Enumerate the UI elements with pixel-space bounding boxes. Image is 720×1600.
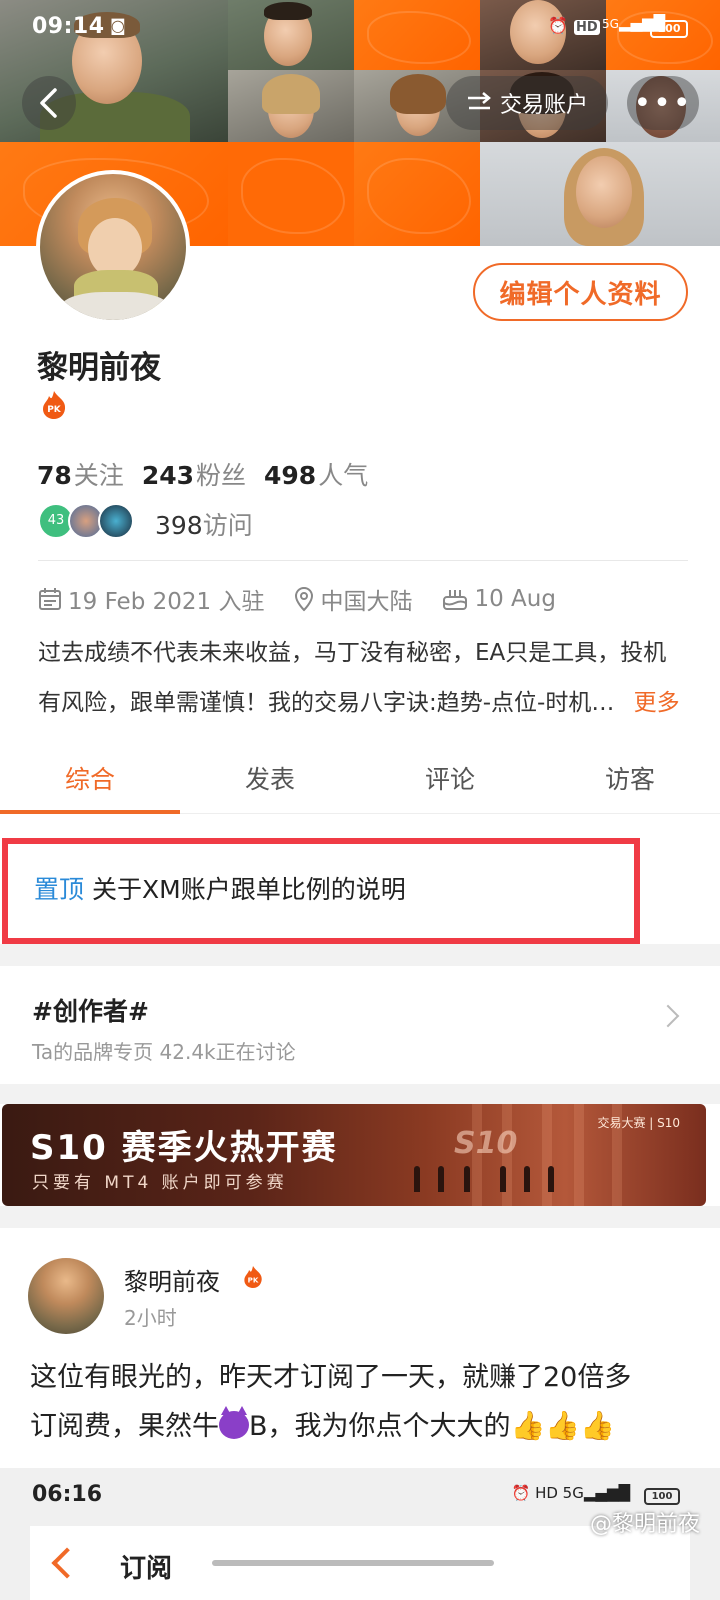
profile-bio: 过去成绩不代表未来收益，马丁没有秘密，EA只是工具，投机 有风险，跟单需谨慎！我… — [38, 628, 688, 728]
chevron-left-icon — [40, 88, 57, 118]
tab-comments[interactable]: 评论 — [360, 748, 540, 813]
bio-line-2: 有风险，跟单需谨慎！我的交易八字诀:趋势-点位-时机… 更多 — [38, 678, 688, 728]
cover-tile — [354, 0, 480, 70]
pk-badge-text: PK — [248, 1276, 259, 1285]
cover-photo — [228, 0, 354, 70]
network-type: 5G — [602, 17, 619, 31]
visitor-avatar — [98, 503, 134, 539]
visit-count[interactable]: 398访问 — [155, 506, 253, 542]
swap-arrows-icon — [467, 92, 491, 110]
thumbs-up-icon: 👍👍👍 — [510, 1409, 616, 1442]
section-separator — [0, 1084, 720, 1104]
bio-line: 有风险，跟单需谨慎！我的交易八字诀:趋势-点位-时机… — [38, 690, 615, 716]
calendar-icon — [39, 588, 61, 610]
banner-decoration — [500, 1166, 506, 1192]
popularity-stat[interactable]: 498人气 — [264, 456, 368, 492]
stat-label: 粉丝 — [196, 461, 247, 490]
tab-visitors[interactable]: 访客 — [540, 748, 720, 813]
divider — [38, 560, 688, 561]
creator-topic-subtitle: Ta的品牌专页 42.4k正在讨论 — [32, 1040, 296, 1064]
stat-number: 243 — [141, 461, 194, 490]
app-notification-icon: ◙ — [110, 16, 126, 35]
banner-title: S10 赛季火热开赛 — [30, 1128, 338, 1168]
embedded-status-icons: ⏰ HD 5G▂▄▆█ — [511, 1484, 630, 1502]
section-separator — [0, 1206, 720, 1228]
profile-username: 黎明前夜 — [37, 350, 161, 386]
switch-trading-account-button[interactable]: 交易账户 — [446, 76, 608, 130]
pinned-post-content: 置顶 关于XM账户跟单比例的说明 — [34, 870, 406, 906]
post-text-fragment: B，我为你点个大大的 — [249, 1411, 511, 1442]
post-author-name[interactable]: 黎明前夜 — [124, 1262, 220, 1297]
section-separator — [0, 944, 720, 966]
alarm-icon: ⏰ — [548, 16, 568, 35]
pk-badge-text: PK — [47, 405, 62, 415]
battery-icon: 100 — [644, 1488, 680, 1505]
tab-posts[interactable]: 发表 — [180, 748, 360, 813]
birthday-cake-icon — [443, 590, 468, 610]
joined-date: 19 Feb 2021 入驻 — [68, 589, 265, 615]
post-line: 这位有眼光的，昨天才订阅了一天，就赚了20倍多 — [30, 1362, 632, 1393]
banner-s10-logo: S10 — [454, 1126, 518, 1161]
followers-stat[interactable]: 243粉丝 — [142, 456, 246, 492]
banner-subtitle: 只要有 MT4 账户即可参赛 — [32, 1173, 288, 1193]
creator-topic-card[interactable]: #创作者# Ta的品牌专页 42.4k正在讨论 — [0, 966, 720, 1084]
status-time: 09:14 — [32, 14, 105, 39]
stat-number: 498 — [264, 461, 317, 490]
post-body[interactable]: 这位有眼光的，昨天才订阅了一天，就赚了20倍多 订阅费，果然牛 B，我为你点个大大… — [30, 1354, 690, 1451]
watermark: @黎明前夜 — [589, 1512, 700, 1537]
profile-avatar[interactable] — [36, 170, 190, 324]
more-options-button[interactable]: ••• — [627, 76, 699, 130]
pk-badge-icon: PK — [244, 1266, 262, 1288]
banner-decoration — [524, 1166, 530, 1192]
bio-more-link[interactable]: 更多 — [634, 690, 680, 716]
edit-profile-button[interactable]: 编辑个人资料 — [473, 263, 688, 321]
stat-label: 关注 — [73, 461, 124, 490]
banner-brand: 交易大赛 | S10 — [597, 1116, 680, 1130]
banner-decoration — [548, 1166, 554, 1192]
profile-meta: 19 Feb 2021 入驻 中国大陆 10 Aug — [38, 582, 556, 616]
following-stat[interactable]: 78关注 — [37, 456, 124, 492]
embedded-status-time: 06:16 — [32, 1482, 103, 1507]
post-timestamp: 2小时 — [124, 1306, 177, 1330]
recent-visitors[interactable]: 43 — [38, 503, 138, 541]
post-line-2: 订阅费，果然牛 B，我为你点个大大的👍👍👍 — [30, 1402, 690, 1451]
contest-banner[interactable]: S10 S10 赛季火热开赛 只要有 MT4 账户即可参赛 交易大赛 | S10 — [2, 1104, 706, 1206]
tab-overview[interactable]: 综合 — [0, 748, 180, 814]
pinned-title: 关于XM账户跟单比例的说明 — [92, 875, 406, 904]
cover-photo — [228, 70, 354, 142]
cover-tile — [228, 142, 354, 246]
visit-number: 398 — [155, 511, 203, 540]
stat-label: 人气 — [318, 461, 369, 490]
visit-label: 访问 — [202, 511, 253, 540]
pk-badge-icon: PK — [43, 391, 66, 419]
profile-stats: 78关注 243粉丝 498人气 — [37, 456, 368, 492]
switch-account-label: 交易账户 — [499, 93, 588, 118]
banner-decoration — [574, 1104, 584, 1206]
pinned-tag: 置顶 — [34, 875, 85, 904]
cover-tile — [354, 142, 480, 246]
location-pin-icon — [295, 586, 314, 612]
hd-icon: HD — [574, 20, 600, 35]
embedded-title: 订阅 — [120, 1554, 173, 1584]
cover-photo — [480, 0, 606, 70]
creator-topic-title: #创作者# — [32, 997, 149, 1026]
devil-emoji-icon — [219, 1406, 249, 1439]
banner-decoration — [464, 1166, 470, 1192]
banner-decoration — [438, 1166, 444, 1192]
pinned-post[interactable]: 置顶 关于XM账户跟单比例的说明 — [2, 838, 640, 944]
post-text-fragment: 订阅费，果然牛 — [30, 1411, 219, 1442]
banner-decoration — [414, 1166, 420, 1192]
chevron-right-icon — [656, 1004, 680, 1028]
battery-icon: 100 — [650, 20, 688, 38]
scroll-indicator — [212, 1560, 494, 1566]
bio-line: 过去成绩不代表未来收益，马丁没有秘密，EA只是工具，投机 — [38, 640, 667, 666]
cover-photo — [480, 142, 720, 246]
profile-tabs: 综合 发表 评论 访客 — [0, 748, 720, 814]
location: 中国大陆 — [320, 589, 413, 615]
visitor-badge-text: 43 — [47, 513, 65, 528]
stat-number: 78 — [37, 461, 72, 490]
birthday: 10 Aug — [474, 586, 556, 612]
post-author-avatar[interactable] — [28, 1258, 104, 1334]
back-button[interactable] — [22, 76, 76, 130]
